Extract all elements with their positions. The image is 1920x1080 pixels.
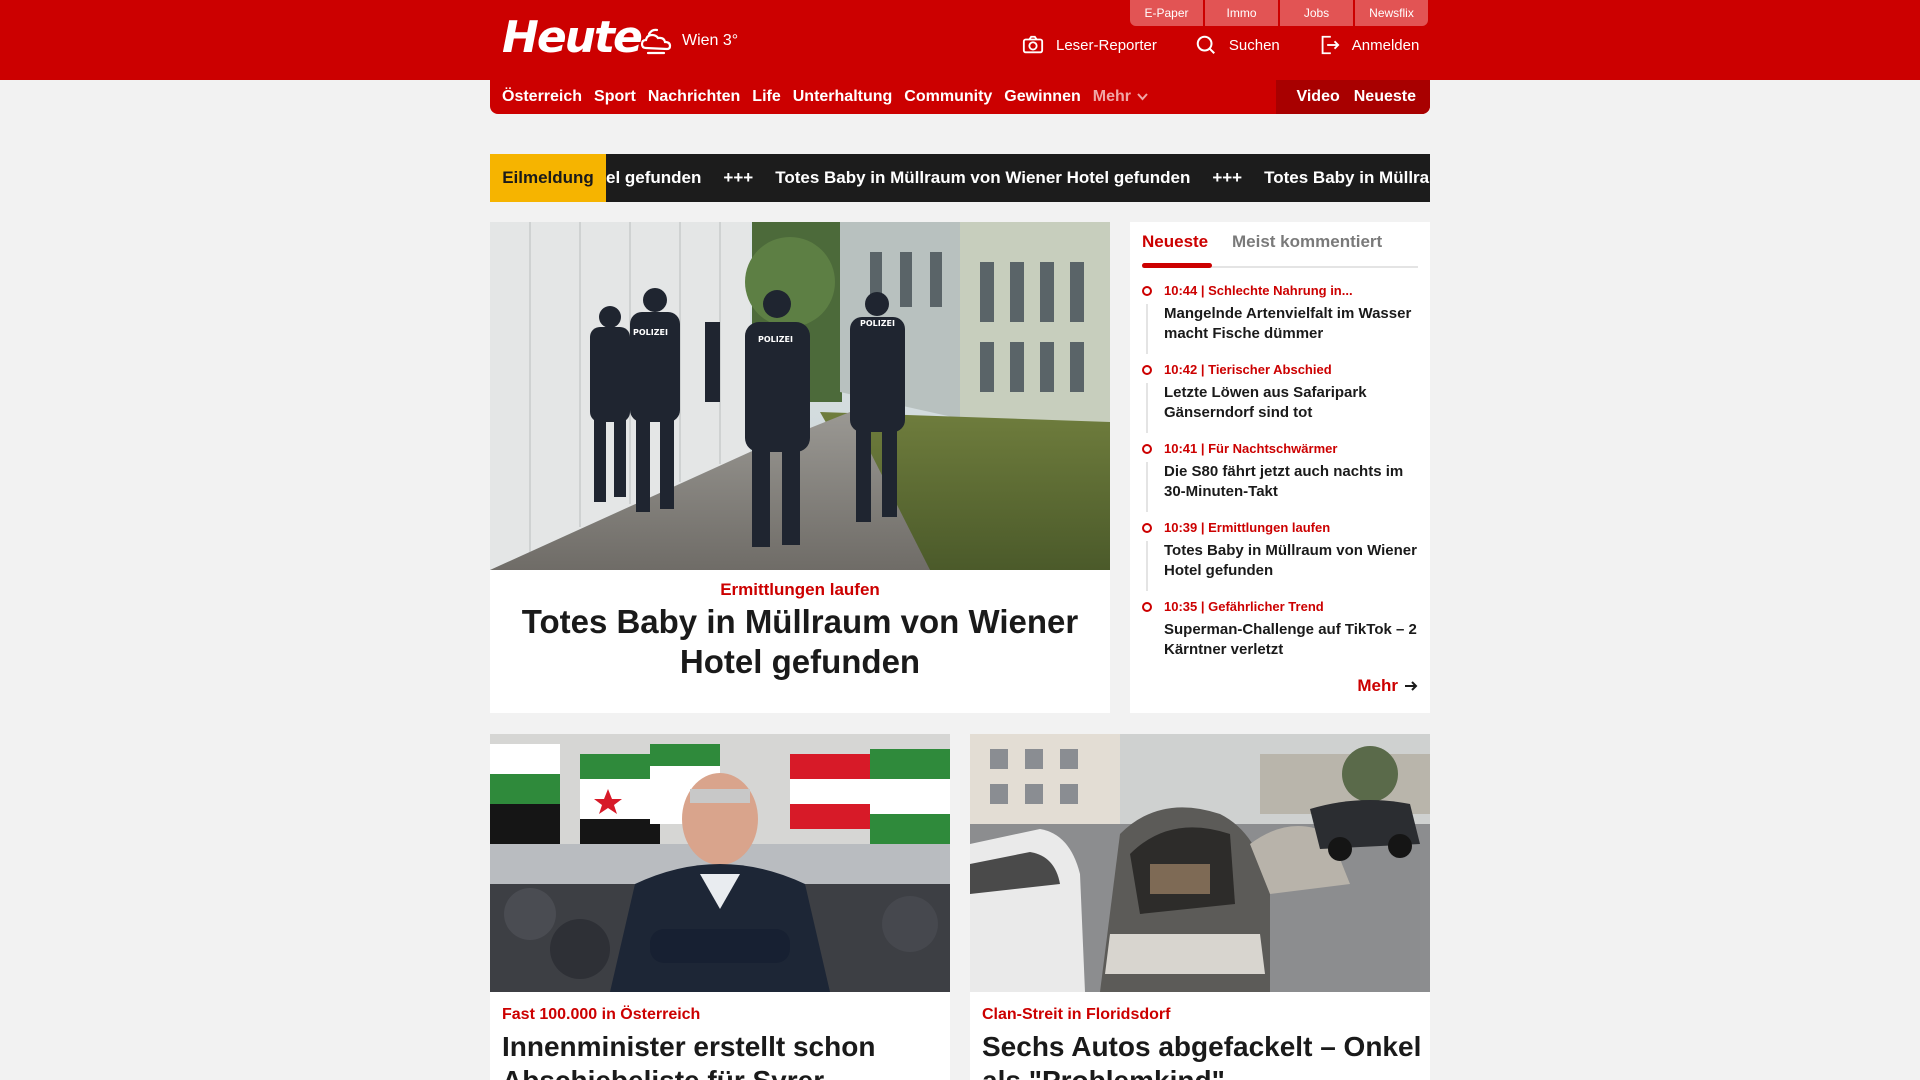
timeline-line [1146,541,1148,591]
nav-item-video[interactable]: Video [1296,88,1339,106]
news-item-meta: 10:41 | Für Nachtschwärmer [1164,441,1338,456]
article-card-image [490,734,950,992]
ticker-text: Totes Baby in Müllraum [1264,168,1430,187]
news-item-meta: 10:39 | Ermittlungen laufen [1164,520,1331,535]
latest-news-list: 10:44 | Schlechte Nahrung in... Mangelnd… [1142,282,1424,677]
ticker-text: el gefunden [606,168,702,187]
hero-kicker: Ermittlungen laufen [720,580,880,599]
news-item-meta: 10:42 | Tierischer Abschied [1164,362,1332,377]
service-tab-newsflix[interactable]: Newsflix [1355,0,1428,26]
news-item-meta: 10:35 | Gefährlicher Trend [1164,599,1324,614]
timeline-dot-icon [1142,523,1152,533]
nav-item-life[interactable]: Life [752,88,780,106]
nav-item-oesterreich[interactable]: Österreich [502,88,582,106]
hero-article[interactable]: POLIZEI POLIZEI POLIZEI Ermittlungen laufe… [490,222,1110,713]
ticker-separator: +++ [1212,168,1243,187]
nav-item-gewinnen[interactable]: Gewinnen [1004,88,1080,106]
svg-text:POLIZEI: POLIZEI [860,319,895,328]
article-card[interactable]: Clan-Streit in Floridsdorf Sechs Autos a… [970,734,1430,1080]
news-item-headline[interactable]: Totes Baby in Müllraum von Wiener Hotel … [1164,541,1424,581]
timeline-dot-icon [1142,444,1152,454]
article-card-image [970,734,1430,992]
timeline-line [1146,304,1148,354]
latest-news-item[interactable]: 10:44 | Schlechte Nahrung in... Mangelnd… [1142,282,1424,361]
hero-image: POLIZEI POLIZEI POLIZEI [490,222,1110,570]
breaking-news-bar[interactable]: Eilmeldung el gefunden +++ Totes Baby in… [490,154,1430,202]
photo-minister-flags [490,734,950,992]
news-item-headline[interactable]: Superman-Challenge auf TikTok – 2 Kärntn… [1164,620,1424,660]
article-card-headline[interactable]: Innenminister erstellt schon Abschiebeli… [502,1030,942,1080]
breaking-ticker-track: el gefunden +++ Totes Baby in Müllraum v… [606,154,1430,202]
latest-news-item[interactable]: 10:42 | Tierischer Abschied Letzte Löwen… [1142,361,1424,440]
nav-more-dropdown[interactable]: Mehr [1093,88,1148,106]
article-card-kicker: Clan-Streit in Floridsdorf [982,1006,1171,1023]
login-icon [1321,35,1340,55]
svg-text:POLIZEI: POLIZEI [633,328,668,337]
service-tab-epaper[interactable]: E-Paper [1130,0,1203,26]
tab-meist-kommentiert[interactable]: Meist kommentiert [1232,232,1382,252]
hero-headline[interactable]: Totes Baby in Müllraum von Wiener Hotel … [510,602,1090,682]
latest-news-item[interactable]: 10:35 | Gefährlicher Trend Superman-Chal… [1142,598,1424,677]
header-actions: Leser-Reporter Suchen Anmelden [1022,34,1419,56]
arrow-right-icon [1405,681,1418,691]
nav-item-nachrichten[interactable]: Nachrichten [648,88,740,106]
news-item-headline[interactable]: Letzte Löwen aus Safaripark Gänserndorf … [1164,383,1424,423]
timeline-dot-icon [1142,286,1152,296]
service-tab-jobs[interactable]: Jobs [1280,0,1353,26]
service-tabs: E-Paper Immo Jobs Newsflix [1130,0,1428,26]
nav-item-sport[interactable]: Sport [594,88,636,106]
article-card-headline[interactable]: Sechs Autos abgefackelt – Onkel als "Pro… [982,1030,1422,1080]
ticker-text: Totes Baby in Müllraum von Wiener Hotel … [775,168,1191,187]
timeline-line [1146,383,1148,433]
timeline-dot-icon [1142,365,1152,375]
weather-cloud-icon [640,28,672,55]
search-icon [1196,35,1215,54]
photo-burned-cars [970,734,1430,992]
breaking-label: Eilmeldung [490,154,606,202]
nav-items: Österreich Sport Nachrichten Life Unterh… [502,80,1148,114]
tab-neueste[interactable]: Neueste [1142,232,1208,252]
news-item-headline[interactable]: Die S80 fährt jetzt auch nachts im 30-Mi… [1164,462,1424,502]
news-item-meta: 10:44 | Schlechte Nahrung in... [1164,283,1353,298]
chevron-down-icon [1137,93,1148,101]
active-tab-indicator [1142,263,1212,268]
search-label: Suchen [1228,36,1280,54]
nav-more-label: Mehr [1092,88,1131,105]
login-button[interactable]: Anmelden [1318,34,1420,56]
nav-item-community[interactable]: Community [904,88,992,106]
weather-widget[interactable]: Wien 3° [640,26,738,56]
search-button[interactable]: Suchen [1195,34,1280,56]
ticker-separator: +++ [723,168,754,187]
sidebar-more-label: Mehr [1357,676,1398,695]
camera-icon [1022,35,1044,54]
timeline-dot-icon [1142,602,1152,612]
main-navigation: Österreich Sport Nachrichten Life Unterh… [490,80,1430,114]
article-card-kicker: Fast 100.000 in Österreich [502,1006,701,1023]
latest-news-item[interactable]: 10:39 | Ermittlungen laufen Totes Baby i… [1142,519,1424,598]
site-header: Heute Wien 3° E-Paper Immo Jobs Newsflix… [0,0,1920,80]
nav-item-unterhaltung[interactable]: Unterhaltung [793,88,893,106]
reader-reporter-button[interactable]: Leser-Reporter [1022,34,1157,56]
timeline-line [1146,462,1148,512]
news-item-headline[interactable]: Mangelnde Artenvielfalt im Wasser macht … [1164,304,1424,344]
nav-right-links: Video Neueste [1276,80,1430,114]
site-logo[interactable]: Heute [502,12,643,63]
svg-text:POLIZEI: POLIZEI [758,335,793,344]
nav-item-neueste[interactable]: Neueste [1354,88,1416,106]
service-tab-immo[interactable]: Immo [1205,0,1278,26]
hero-photo-police: POLIZEI POLIZEI POLIZEI [490,222,1110,570]
latest-news-sidebar: Neueste Meist kommentiert 10:44 | Schlec… [1130,222,1430,713]
article-card[interactable]: Fast 100.000 in Österreich Innenminister… [490,734,950,1080]
reader-reporter-label: Leser-Reporter [1056,36,1157,54]
sidebar-more-link[interactable]: Mehr [1357,676,1418,696]
login-label: Anmelden [1351,36,1420,54]
weather-label: Wien 3° [682,32,739,49]
breaking-ticker: el gefunden +++ Totes Baby in Müllraum v… [606,154,1430,202]
latest-news-item[interactable]: 10:41 | Für Nachtschwärmer Die S80 fährt… [1142,440,1424,519]
